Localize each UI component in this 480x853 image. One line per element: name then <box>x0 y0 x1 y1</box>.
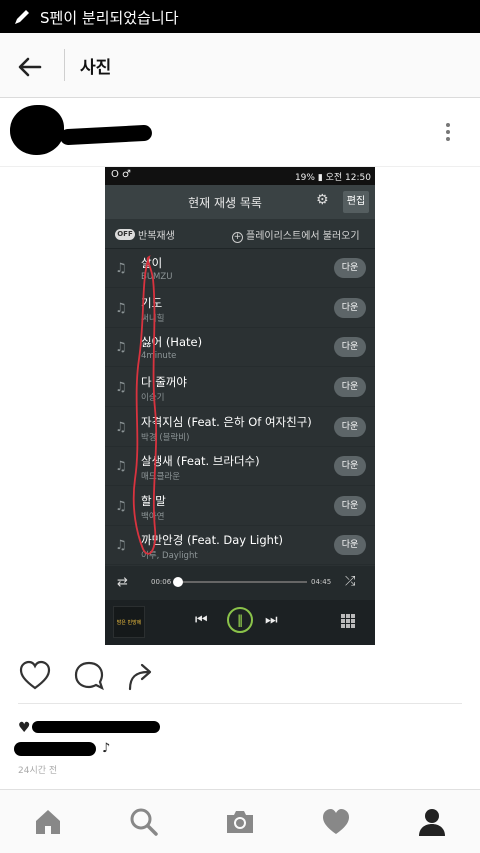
embedded-status-bar: O ♂ 19% ▮ 오전 12:50 <box>105 167 375 185</box>
shuffle-icon[interactable]: ⤮ <box>345 574 355 589</box>
elapsed-time: 00:06 <box>151 578 172 586</box>
embedded-status-right: 19% ▮ 오전 12:50 <box>294 173 371 183</box>
next-icon[interactable]: ⏭ <box>265 612 278 628</box>
notification-text: S펜이 분리되었습니다 <box>40 9 179 27</box>
pause-button[interactable]: ‖ <box>227 607 253 633</box>
app-header: 사진 <box>0 33 480 98</box>
header-divider <box>64 49 65 81</box>
bottom-navigation <box>0 789 480 853</box>
playlist-header: 현재 재생 목록 ⚙ 편집 <box>105 185 375 219</box>
activity-heart-icon[interactable] <box>320 806 352 838</box>
search-icon[interactable] <box>128 806 160 838</box>
post-header <box>0 99 480 167</box>
caption-text: ♪ <box>102 741 111 756</box>
load-playlist-label: 플레이리스트에서 불러오기 <box>246 231 360 242</box>
notification-bar: S펜이 분리되었습니다 <box>0 0 480 33</box>
previous-icon[interactable]: ⏮ <box>195 612 208 628</box>
caption-user-redacted[interactable] <box>14 742 96 756</box>
progress-bar-area: ⇄ 00:06 04:45 ⤮ <box>105 566 375 600</box>
gear-icon[interactable]: ⚙ <box>316 193 330 207</box>
share-icon[interactable] <box>124 659 158 693</box>
back-arrow-icon[interactable] <box>16 53 44 81</box>
repeat-toggle[interactable]: OFF <box>115 229 135 240</box>
post-timestamp: 24시간 전 <box>18 766 58 776</box>
likes-redacted[interactable] <box>32 721 160 733</box>
repeat-icon[interactable]: ⇄ <box>117 575 128 590</box>
grid-menu-icon[interactable] <box>341 614 357 630</box>
embedded-status-left: O ♂ <box>111 169 132 180</box>
section-divider <box>18 703 462 704</box>
red-pen-annotation <box>132 255 158 555</box>
playlist-title: 현재 재생 목록 <box>188 196 262 210</box>
post-photo[interactable]: O ♂ 19% ▮ 오전 12:50 현재 재생 목록 ⚙ 편집 OFF 반복재… <box>105 167 375 645</box>
total-time: 04:45 <box>311 578 332 586</box>
load-playlist-button[interactable]: + 플레이리스트에서 불러오기 <box>232 227 360 243</box>
repeat-label: 반복재생 <box>138 231 175 242</box>
player-controls: 밤은 빈방에 ⏮ ‖ ⏭ <box>105 600 375 645</box>
avatar-redacted[interactable] <box>10 105 64 155</box>
home-icon[interactable] <box>32 806 64 838</box>
more-options-icon[interactable] <box>440 121 456 145</box>
album-art[interactable]: 밤은 빈방에 <box>113 606 145 638</box>
seek-knob[interactable] <box>172 577 183 587</box>
likes-heart-icon: ♥ <box>18 720 31 736</box>
page-title: 사진 <box>80 58 112 78</box>
playlist-toolbar: OFF 반복재생 + 플레이리스트에서 불러오기 <box>105 219 375 249</box>
seek-bar[interactable] <box>175 581 307 583</box>
post-actions <box>0 655 480 697</box>
camera-icon[interactable] <box>224 806 256 838</box>
comment-icon[interactable] <box>72 659 106 693</box>
profile-icon[interactable] <box>416 806 448 838</box>
edit-button[interactable]: 편집 <box>343 191 369 213</box>
pen-icon <box>15 10 29 24</box>
username-redacted[interactable] <box>59 124 153 146</box>
plus-circle-icon: + <box>232 232 243 243</box>
heart-icon[interactable] <box>18 659 52 693</box>
